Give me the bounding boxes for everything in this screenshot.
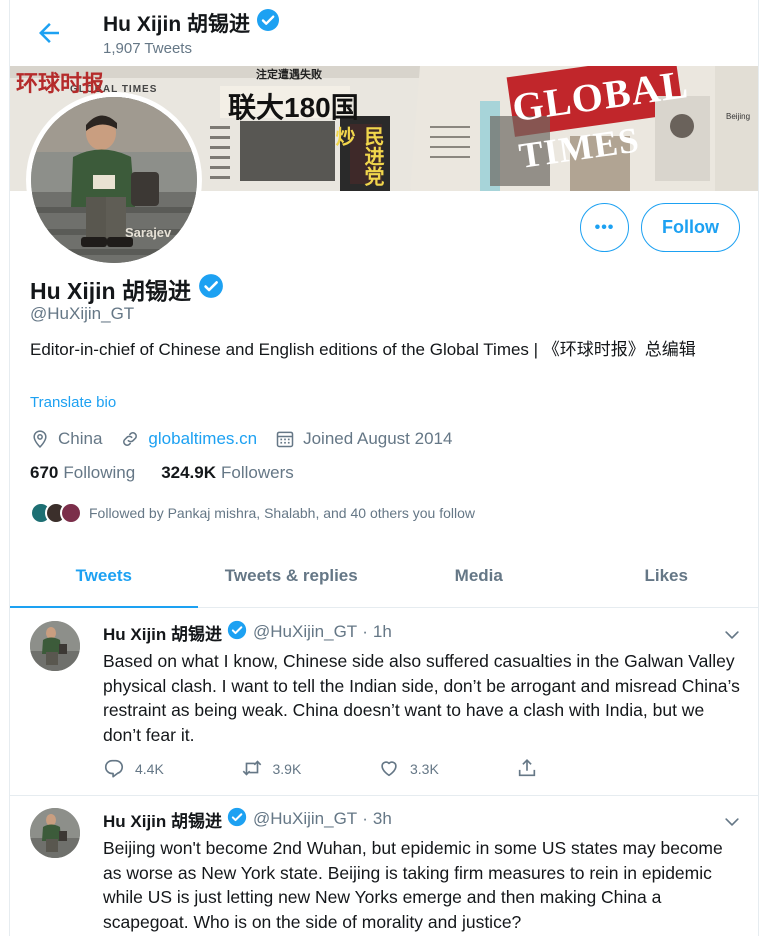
- profile-bio: Editor-in-chief of Chinese and English e…: [30, 340, 696, 359]
- banner-text-huanqiu: 环球时报: [16, 71, 105, 97]
- following-label: Following: [63, 463, 136, 482]
- back-arrow-icon[interactable]: [34, 18, 64, 48]
- location-pin-icon: [30, 429, 50, 449]
- tweet-author[interactable]: Hu Xijin 胡锡进: [103, 807, 247, 832]
- followers-count: 324.9K: [161, 463, 217, 482]
- share-icon: [516, 757, 548, 782]
- tweet-time[interactable]: 3h: [373, 809, 392, 829]
- banner-text-dpp: 民进党炒: [332, 126, 383, 186]
- tweet-author-name: Hu Xijin 胡锡进: [103, 624, 222, 644]
- header-name-text: Hu Xijin 胡锡进: [103, 13, 250, 36]
- following-count: 670: [30, 463, 59, 482]
- following-link[interactable]: 670 Following: [30, 463, 135, 483]
- link-icon: [120, 429, 140, 449]
- tweet[interactable]: Hu Xijin 胡锡进 @HuXijin_GT · 1h Based on w…: [10, 609, 758, 796]
- tweet-text: Based on what I know, Chinese side also …: [103, 651, 740, 745]
- website: globaltimes.cn: [120, 429, 257, 449]
- profile-name-text: Hu Xijin 胡锡进: [30, 278, 191, 304]
- header-name: Hu Xijin 胡锡进: [103, 8, 280, 38]
- verified-badge-icon: [198, 273, 224, 305]
- avatar[interactable]: [30, 808, 80, 858]
- tweet-author-name: Hu Xijin 胡锡进: [103, 811, 222, 831]
- retweet-icon: [241, 757, 273, 782]
- avatar[interactable]: [30, 621, 80, 671]
- chevron-down-icon[interactable]: [722, 812, 742, 832]
- avatar-caption: Sarajev: [125, 225, 172, 240]
- tab-likes[interactable]: Likes: [573, 545, 759, 607]
- tab-media[interactable]: Media: [385, 545, 573, 607]
- tweet-header: Hu Xijin 胡锡进 @HuXijin_GT · 3h: [103, 807, 392, 832]
- profile-handle: @HuXijin_GT: [30, 304, 135, 323]
- tweet-text: Beijing won't become 2nd Wuhan, but epid…: [103, 838, 723, 932]
- reply-count: 4.4K: [135, 761, 164, 777]
- follow-button[interactable]: Follow: [641, 203, 740, 252]
- profile-avatar[interactable]: Sarajev: [26, 92, 202, 268]
- avatar: [60, 502, 82, 524]
- more-options-button[interactable]: •••: [580, 203, 629, 252]
- retweet-button[interactable]: 3.9K: [241, 757, 379, 782]
- tweet-time[interactable]: 1h: [373, 622, 392, 642]
- followed-by-avatars: [30, 502, 82, 524]
- like-button[interactable]: 3.3K: [378, 757, 516, 782]
- top-header: Hu Xijin 胡锡进 1,907 Tweets: [10, 0, 758, 66]
- followed-by-text: Followed by Pankaj mishra, Shalabh, and …: [89, 505, 475, 521]
- more-options-icon: •••: [594, 218, 615, 236]
- share-button[interactable]: [516, 757, 654, 782]
- location-text: China: [58, 429, 103, 448]
- profile-stats: 670 Following 324.9K Followers: [30, 463, 320, 483]
- separator-dot: ·: [362, 809, 368, 828]
- heart-icon: [378, 757, 410, 782]
- retweet-count: 3.9K: [272, 761, 302, 777]
- tweet-actions: 4.4K 3.9K 3.3K: [103, 756, 653, 782]
- website-link[interactable]: globaltimes.cn: [148, 429, 257, 449]
- profile-name: Hu Xijin 胡锡进: [30, 272, 224, 306]
- verified-badge-icon: [227, 807, 247, 832]
- tweet-header: Hu Xijin 胡锡进 @HuXijin_GT · 1h: [103, 620, 392, 645]
- profile-meta: China globaltimes.cn Joined August 2014: [30, 426, 470, 452]
- followers-link[interactable]: 324.9K Followers: [161, 463, 294, 483]
- banner-text-beijing: Beijing: [726, 112, 751, 121]
- banner-text-headline: 联大180国: [228, 92, 359, 123]
- verified-badge-icon: [256, 8, 280, 38]
- tweet-author[interactable]: Hu Xijin 胡锡进: [103, 620, 247, 645]
- tweet-handle: @HuXijin_GT: [253, 809, 358, 828]
- like-count: 3.3K: [410, 761, 439, 777]
- profile-tabs: Tweets Tweets & replies Media Likes: [10, 545, 759, 608]
- reply-icon: [103, 757, 135, 782]
- calendar-icon: [275, 429, 295, 449]
- tab-tweets-replies[interactable]: Tweets & replies: [198, 545, 386, 607]
- avatar-photo: Sarajev: [31, 97, 197, 263]
- followers-label: Followers: [221, 463, 294, 482]
- joined: Joined August 2014: [275, 429, 452, 449]
- tab-tweets[interactable]: Tweets: [10, 545, 198, 608]
- chevron-down-icon[interactable]: [722, 625, 742, 645]
- banner-text-subhead: 注定遭遇失败: [256, 69, 322, 81]
- tweet-count: 1,907 Tweets: [103, 40, 192, 57]
- reply-button[interactable]: 4.4K: [103, 757, 241, 782]
- followed-by[interactable]: Followed by Pankaj mishra, Shalabh, and …: [30, 500, 475, 526]
- tweet-handle: @HuXijin_GT: [253, 622, 358, 641]
- separator-dot: ·: [362, 622, 368, 641]
- joined-text: Joined August 2014: [303, 429, 453, 448]
- translate-bio-link[interactable]: Translate bio: [30, 394, 116, 411]
- location: China: [30, 429, 102, 449]
- verified-badge-icon: [227, 620, 247, 645]
- profile-column: Hu Xijin 胡锡进 1,907 Tweets GLOBAL TIMES 环…: [9, 0, 759, 936]
- tweet[interactable]: Hu Xijin 胡锡进 @HuXijin_GT · 3h Beijing wo…: [10, 796, 758, 936]
